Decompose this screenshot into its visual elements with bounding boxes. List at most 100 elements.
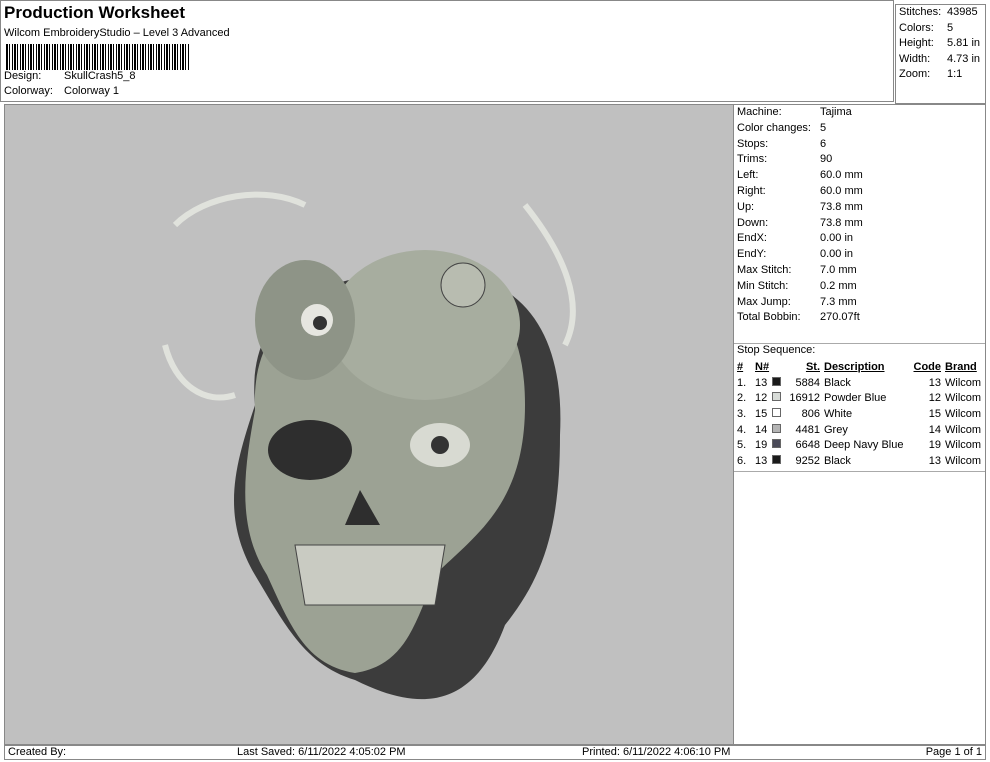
info-label: Trims: bbox=[737, 153, 768, 166]
info-row: Max Jump: 7.3 mm bbox=[737, 296, 857, 311]
info-label: Machine: bbox=[737, 106, 782, 118]
thread-brand: Wilcom bbox=[945, 392, 982, 405]
info-row: Color changes: 5 bbox=[737, 122, 826, 137]
info-row: Total Bobbin: 270.07ft bbox=[737, 311, 860, 326]
needle-number: 12 bbox=[755, 392, 768, 405]
color-swatch-icon bbox=[772, 454, 781, 464]
needle-number: 15 bbox=[755, 407, 768, 420]
table-row: 4. 14 4481 Grey 14 Wilcom bbox=[734, 422, 985, 438]
col-st: St. bbox=[805, 360, 820, 373]
info-label: Down: bbox=[737, 216, 769, 229]
color-code: 13 bbox=[928, 376, 941, 389]
colorway-row: Colorway: Colorway 1 bbox=[4, 85, 119, 97]
color-description: Powder Blue bbox=[824, 392, 887, 405]
stop-sequence-table: Stop Sequence: # N# St. Description Code… bbox=[734, 343, 985, 472]
info-label: Up: bbox=[737, 200, 755, 213]
info-value: 73.8 mm bbox=[820, 200, 863, 213]
info-label: Right: bbox=[737, 185, 766, 197]
info-row: Down: 73.8 mm bbox=[737, 217, 863, 232]
info-row: Stops: 6 bbox=[737, 138, 826, 153]
stat-value: 4.73 in bbox=[947, 52, 981, 65]
color-description: White bbox=[824, 407, 853, 420]
info-label: Total Bobbin: bbox=[737, 311, 801, 324]
swatch-cell bbox=[772, 376, 784, 389]
info-label: EndX: bbox=[737, 232, 767, 245]
stitch-count: 5884 bbox=[795, 376, 820, 389]
info-value: 73.8 mm bbox=[820, 216, 863, 229]
design-row: Design: SkullCrash5_8 bbox=[4, 70, 136, 82]
col-num: # bbox=[737, 360, 744, 373]
color-swatch-icon bbox=[772, 376, 781, 386]
col-n: N# bbox=[755, 360, 770, 373]
info-value: 0.2 mm bbox=[820, 279, 857, 292]
info-value: 90 bbox=[820, 153, 833, 166]
info-row: Right: 60.0 mm bbox=[737, 185, 863, 200]
info-value: Tajima bbox=[820, 106, 852, 118]
stat-row: Stitches: 43985 bbox=[899, 6, 982, 22]
needle-number: 13 bbox=[755, 454, 768, 467]
stat-row: Colors: 5 bbox=[899, 22, 982, 38]
color-code: 13 bbox=[928, 454, 941, 467]
design-preview bbox=[4, 104, 734, 745]
needle-number: 19 bbox=[755, 439, 768, 452]
thread-brand: Wilcom bbox=[945, 376, 982, 389]
info-row: EndY: 0.00 in bbox=[737, 248, 853, 263]
stop-number: 6. bbox=[737, 454, 747, 467]
stat-label: Stitches: bbox=[899, 6, 942, 18]
machine-info-panel: Machine: Tajima Color changes: 5 Stops: 6 Trim… bbox=[733, 104, 986, 745]
thread-brand: Wilcom bbox=[945, 407, 982, 420]
info-label: Min Stitch: bbox=[737, 279, 789, 292]
stat-label: Width: bbox=[899, 52, 931, 65]
color-code: 19 bbox=[928, 439, 941, 452]
info-label: Left: bbox=[737, 169, 759, 182]
info-row: Machine: Tajima bbox=[737, 106, 852, 121]
stitch-count: 9252 bbox=[795, 454, 820, 467]
info-row: Min Stitch: 0.2 mm bbox=[737, 280, 857, 295]
info-label: Color changes: bbox=[737, 121, 811, 134]
color-description: Black bbox=[824, 454, 851, 467]
info-label: Max Jump: bbox=[737, 295, 791, 308]
colorway-value: Colorway 1 bbox=[64, 85, 120, 97]
color-swatch-icon bbox=[772, 423, 781, 433]
page-number: Page 1 of 1 bbox=[925, 746, 982, 758]
swatch-cell bbox=[772, 392, 784, 404]
color-code: 14 bbox=[928, 423, 941, 436]
thread-brand: Wilcom bbox=[945, 439, 982, 452]
table-header: # N# St. Description Code Brand bbox=[734, 359, 985, 375]
info-value: 60.0 mm bbox=[820, 185, 863, 197]
page-title: Production Worksheet bbox=[4, 3, 186, 22]
info-row: Left: 60.0 mm bbox=[737, 169, 863, 184]
stitch-count: 4481 bbox=[795, 423, 820, 436]
info-label: Max Stitch: bbox=[737, 264, 792, 276]
stat-row: Zoom: 1:1 bbox=[899, 68, 982, 84]
info-value: 7.0 mm bbox=[820, 264, 857, 276]
stat-row: Width: 4.73 in bbox=[899, 53, 982, 69]
thread-brand: Wilcom bbox=[945, 454, 982, 467]
stat-value: 5 bbox=[947, 21, 954, 34]
info-row: Max Stitch: 7.0 mm bbox=[737, 264, 857, 279]
stat-row: Height: 5.81 in bbox=[899, 37, 982, 53]
stop-number: 3. bbox=[737, 407, 747, 420]
swatch-cell bbox=[772, 407, 784, 420]
production-worksheet: Production Worksheet Wilcom EmbroiderySt… bbox=[0, 0, 990, 762]
software-subtitle: Wilcom EmbroideryStudio – Level 3 Advanc… bbox=[4, 27, 230, 39]
swatch-cell bbox=[772, 454, 784, 467]
stitch-count: 6648 bbox=[795, 439, 820, 452]
stop-number: 2. bbox=[737, 392, 747, 405]
worksheet-header: Production Worksheet Wilcom EmbroiderySt… bbox=[0, 0, 894, 102]
color-swatch-icon bbox=[772, 439, 781, 449]
stop-sequence-title: Stop Sequence: bbox=[737, 344, 816, 356]
table-row: 5. 19 6648 Deep Navy Blue 19 Wilcom bbox=[734, 437, 985, 453]
col-code: Code bbox=[913, 360, 942, 373]
swatch-cell bbox=[772, 439, 784, 451]
design-label: Design: bbox=[4, 70, 42, 82]
stop-number: 1. bbox=[737, 376, 747, 389]
col-brand: Brand bbox=[945, 360, 977, 373]
needle-number: 13 bbox=[755, 376, 768, 389]
stat-label: Zoom: bbox=[899, 68, 931, 81]
info-row: EndX: 0.00 in bbox=[737, 232, 853, 247]
info-row: Up: 73.8 mm bbox=[737, 201, 863, 216]
thread-brand: Wilcom bbox=[945, 423, 982, 436]
swatch-cell bbox=[772, 423, 784, 436]
last-saved: Last Saved: 6/11/2022 4:05:02 PM bbox=[237, 746, 406, 758]
